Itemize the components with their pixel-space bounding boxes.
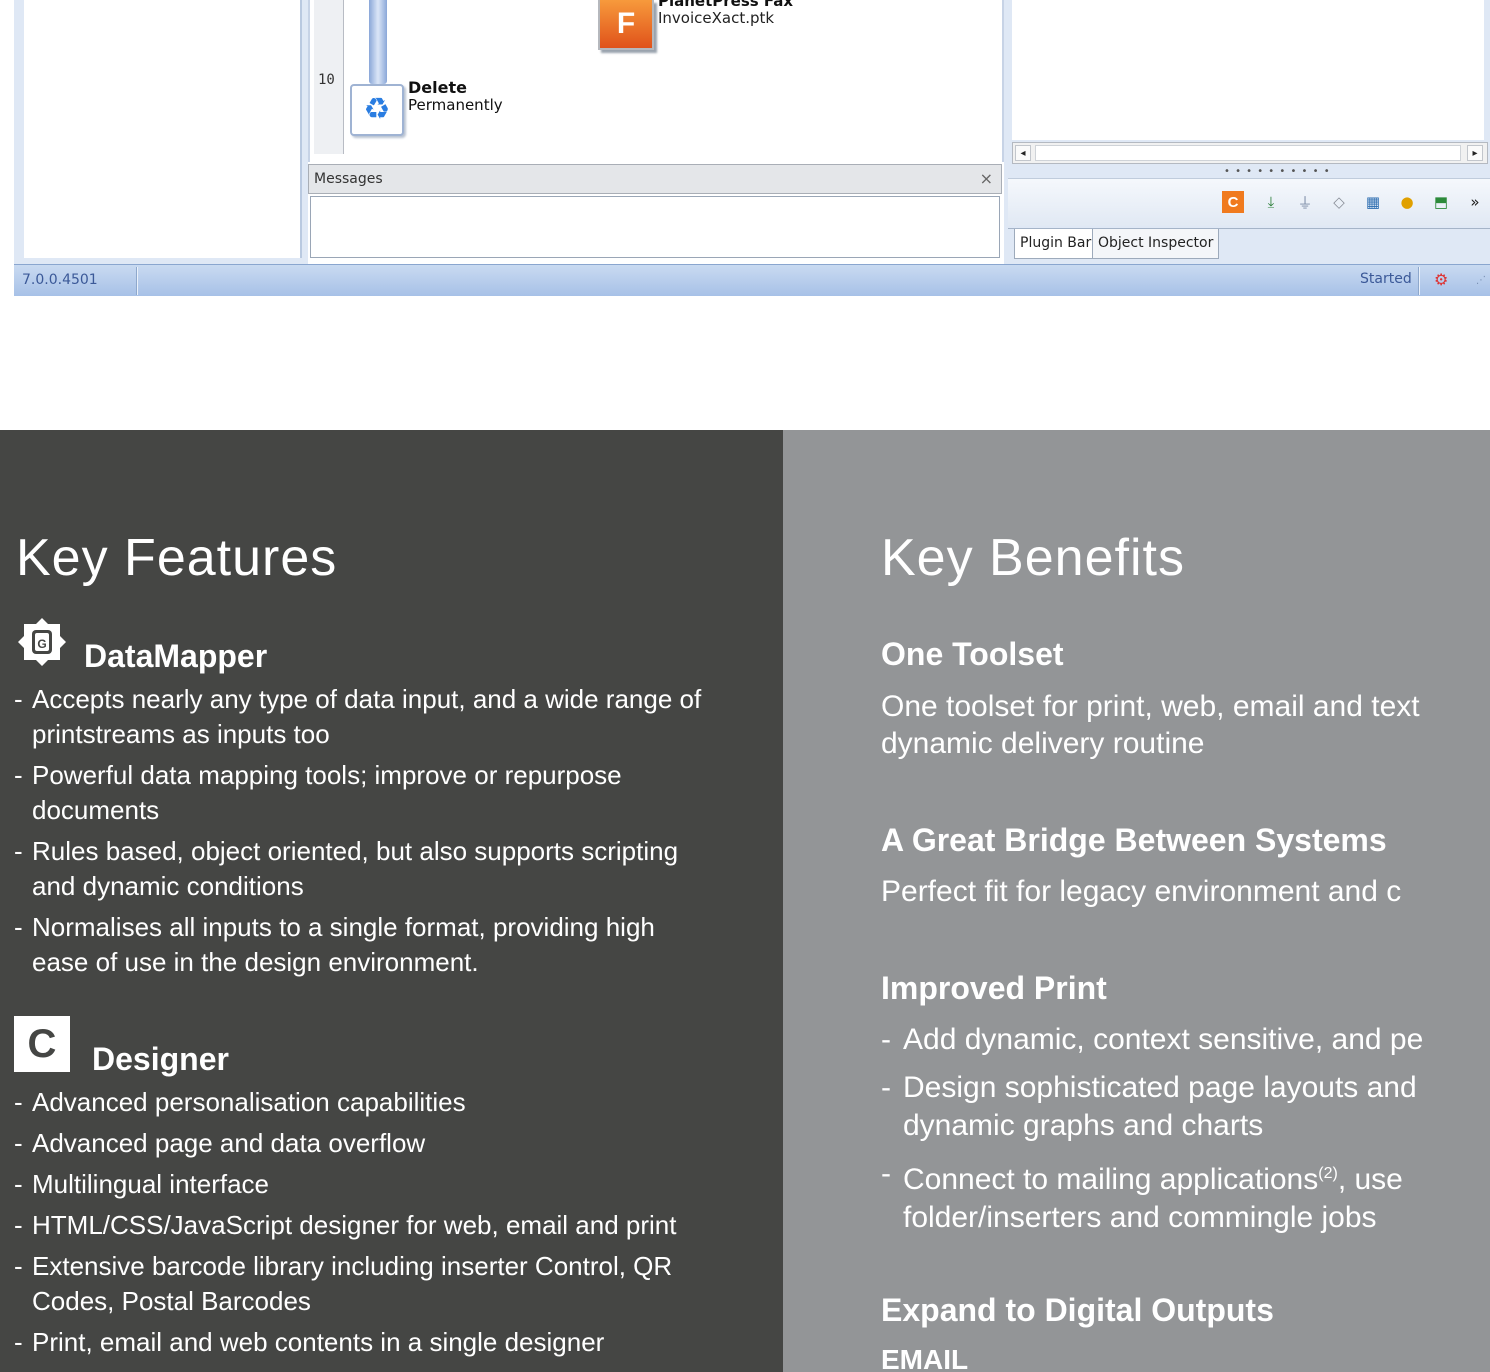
tab-object-inspector[interactable]: Object Inspector [1092, 229, 1220, 259]
footnote-marker: (2) [1318, 1165, 1338, 1182]
datamapper-icon: G [16, 616, 68, 668]
list-item: Rules based, object oriented, but also s… [14, 834, 704, 904]
status-bar: 7.0.0.4501 Started ⚙ ⋰ [14, 264, 1490, 296]
bridge-text: Perfect fit for legacy environment and c [881, 875, 1402, 908]
left-pane [14, 0, 308, 264]
list-item: Advanced page and data overflow [14, 1126, 704, 1161]
import-icon[interactable]: ⬒ [1430, 191, 1452, 213]
plugin-icon[interactable]: ⏚ [1294, 191, 1316, 213]
connect-icon[interactable]: C [1222, 191, 1244, 213]
datamapper-list: Accepts nearly any type of data input, a… [14, 682, 704, 986]
key-benefits-panel: Key Benefits One Toolset One toolset for… [783, 430, 1490, 1372]
list-item: Connect to mailing applications(2), use f… [881, 1155, 1423, 1237]
designer-icon: C [14, 1016, 70, 1072]
overflow-chevron-icon[interactable]: » [1464, 191, 1486, 213]
scroll-right-icon[interactable]: ▸ [1467, 145, 1483, 161]
application-screenshot: 9 10 ♻ Delete Permanently F PlanetPress … [0, 0, 1490, 296]
line-number: 9 [318, 0, 326, 4]
scroll-track[interactable] [1035, 145, 1461, 161]
download-icon[interactable]: ⤓ [1260, 191, 1282, 213]
list-item: Advanced personalisation capabilities [14, 1085, 704, 1120]
task-title: Delete [408, 78, 467, 97]
flow-connector [369, 0, 387, 84]
list-item: HTML/CSS/JavaScript designer for web, em… [14, 1208, 704, 1243]
one-toolset-text: dynamic delivery routine [881, 727, 1205, 760]
scroll-left-icon[interactable]: ◂ [1015, 145, 1031, 161]
horizontal-scrollbar[interactable]: ◂ ▸ [1012, 142, 1488, 164]
improved-print-list: Add dynamic, context sensitive, and pe D… [881, 1021, 1423, 1247]
one-toolset-heading: One Toolset [881, 636, 1064, 672]
svg-text:G: G [37, 637, 46, 651]
recycle-icon[interactable]: ♻ [350, 84, 404, 136]
preview-area [1012, 0, 1484, 140]
list-item-text: Design sophisticated page layouts and [903, 1071, 1417, 1104]
datamapper-heading: DataMapper [84, 638, 268, 674]
task-subtitle: Permanently [408, 96, 503, 114]
designer-list: Advanced personalisation capabilities Ad… [14, 1085, 704, 1366]
bell-icon[interactable]: ● [1396, 191, 1418, 213]
list-item: Powerful data mapping tools; improve or … [14, 758, 704, 828]
messages-panel[interactable] [310, 196, 1000, 258]
plugin-toolbar: C ⤓ ⏚ ◇ ▦ ● ⬒ » [1008, 178, 1490, 226]
panel-tabs: Plugin Bar Object Inspector [1008, 228, 1490, 262]
one-toolset-text: One toolset for print, web, email and te… [881, 690, 1420, 723]
list-item: Normalises all inputs to a single format… [14, 910, 704, 980]
list-item-text: dynamic graphs and charts [903, 1109, 1264, 1142]
version-label: 7.0.0.4501 [22, 272, 98, 288]
diamond-icon[interactable]: ◇ [1328, 191, 1350, 213]
list-item: Add dynamic, context sensitive, and pe [881, 1021, 1423, 1059]
bridge-heading: A Great Bridge Between Systems [881, 822, 1387, 858]
fax-subtitle: InvoiceXact.ptk [658, 9, 775, 27]
key-benefits-title: Key Benefits [881, 529, 1185, 587]
key-features-title: Key Features [16, 529, 338, 587]
improved-print-heading: Improved Print [881, 970, 1107, 1006]
messages-panel-header: Messages × [308, 164, 1002, 194]
list-item-text: folder/inserters and commingle jobs [903, 1201, 1377, 1234]
fax-output-icon[interactable]: F [598, 0, 654, 50]
list-item: Print, email and web contents in a singl… [14, 1325, 704, 1360]
list-item-text: Add dynamic, context sensitive, and pe [903, 1023, 1424, 1056]
service-status: Started [1360, 271, 1412, 287]
right-pane: ◂ ▸ • • • • • • • • • • C ⤓ ⏚ ◇ ▦ ● ⬒ » … [1004, 0, 1490, 264]
list-item: Accepts nearly any type of data input, a… [14, 682, 704, 752]
status-divider [136, 267, 138, 295]
line-number-gutter: 9 10 [314, 0, 344, 154]
close-icon[interactable]: × [980, 169, 993, 188]
line-number: 10 [318, 72, 335, 88]
list-item: Design sophisticated page layouts and dyn… [881, 1069, 1423, 1145]
resize-grip-icon[interactable]: ⋰ [1476, 275, 1486, 286]
email-subheading: EMAIL [881, 1344, 969, 1372]
table-icon[interactable]: ▦ [1362, 191, 1384, 213]
list-item: Extensive barcode library including inse… [14, 1249, 704, 1319]
list-item-text: , use [1337, 1163, 1403, 1196]
digital-outputs-heading: Expand to Digital Outputs [881, 1292, 1274, 1328]
service-tray-icon[interactable]: ⚙ [1434, 270, 1448, 289]
list-item: Multilingual interface [14, 1167, 704, 1202]
left-pane-body [24, 0, 302, 258]
tab-plugin-bar[interactable]: Plugin Bar [1014, 229, 1098, 259]
messages-label: Messages [314, 171, 383, 187]
designer-heading: Designer [92, 1041, 229, 1077]
status-divider [1418, 267, 1420, 295]
splitter-grip[interactable]: • • • • • • • • • • [1224, 166, 1331, 177]
list-item-text: Connect to mailing applications [903, 1163, 1319, 1196]
key-features-panel: Key Features G DataMapper Accepts nearly… [0, 430, 783, 1372]
